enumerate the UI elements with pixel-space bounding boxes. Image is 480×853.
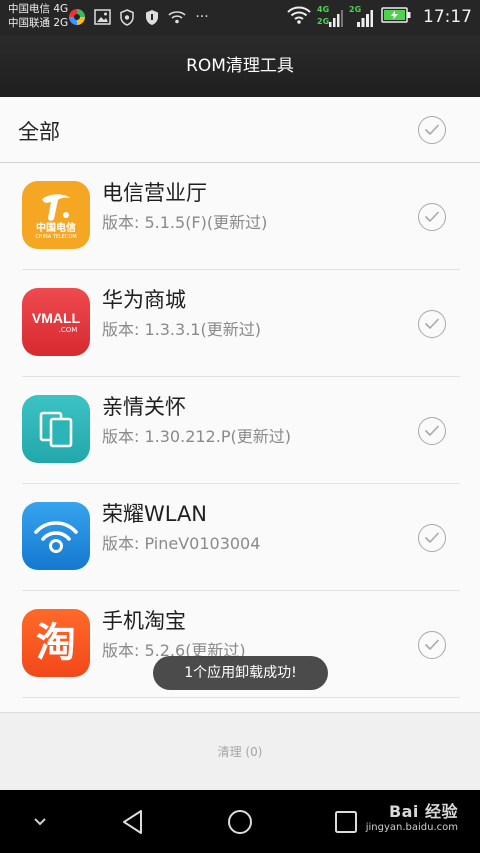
toast-message: 1个应用卸载成功! (153, 656, 328, 690)
carrier-1: 中国电信 4G (8, 3, 69, 15)
list-item[interactable]: 荣耀WLAN 版本: PineV0103004 (0, 484, 480, 591)
divider (22, 697, 460, 698)
app-checkbox[interactable] (418, 310, 446, 338)
signal-sim1-icon: 4G 2G (317, 5, 343, 29)
navigation-bar: Bai 经验 jingyan.baidu.com (0, 790, 480, 853)
network-type-2: 2G (317, 17, 330, 26)
recent-apps-button[interactable] (330, 806, 362, 838)
vmall-icon: VMALL .COM (22, 288, 90, 356)
hide-nav-button[interactable] (24, 806, 56, 838)
icon-subtext: .COM (58, 325, 78, 334)
app-name: 亲情关怀 (102, 395, 186, 419)
home-button[interactable] (224, 806, 256, 838)
list-item[interactable]: VMALL .COM 华为商城 版本: 1.3.3.1(更新过) (0, 270, 480, 377)
family-care-icon (22, 395, 90, 463)
battery-icon (381, 7, 411, 27)
select-all-row[interactable]: 全部 (0, 97, 480, 163)
icon-text: VMALL (31, 309, 81, 326)
page-title: ROM清理工具 (186, 56, 294, 76)
app-name: 电信营业厅 (102, 181, 207, 205)
app-version: 版本: 1.3.3.1(更新过) (102, 320, 261, 339)
wifi-icon (287, 6, 311, 28)
title-bar: ROM清理工具 (0, 36, 480, 97)
app-checkbox[interactable] (418, 203, 446, 231)
icon-text: 淘 (36, 620, 76, 666)
watermark-url: jingyan.baidu.com (365, 822, 458, 833)
app-version: 版本: PineV0103004 (102, 534, 261, 553)
app-name: 手机淘宝 (102, 609, 186, 633)
signal-sim2-icon: 2G (349, 5, 375, 29)
image-icon (93, 8, 111, 26)
app-version: 版本: 5.1.5(F)(更新过) (102, 213, 268, 232)
back-button[interactable] (117, 806, 149, 838)
carrier-info: 中国电信 4G 中国联通 2G (8, 2, 68, 30)
system-indicators: 4G 2G 2G 17:17 (287, 5, 472, 29)
taobao-icon: 淘 (22, 609, 90, 677)
china-telecom-icon: 中国电信 CHINA TELECOM (22, 181, 90, 249)
baidu-watermark: Bai 经验 jingyan.baidu.com (366, 798, 458, 833)
app-checkbox[interactable] (418, 631, 446, 659)
shield-settings-icon (118, 8, 136, 26)
app-name: 华为商城 (102, 288, 186, 312)
honor-wlan-icon (22, 502, 90, 570)
carrier-2: 中国联通 2G (8, 17, 69, 29)
app-version: 版本: 1.30.212.P(更新过) (102, 427, 291, 446)
watermark-main: Bai 经验 (388, 802, 458, 821)
app-name: 荣耀WLAN (102, 502, 208, 526)
select-all-label: 全部 (18, 120, 60, 144)
list-item[interactable]: 中国电信 CHINA TELECOM 电信营业厅 版本: 5.1.5(F)(更新… (0, 163, 480, 270)
network-type-1: 4G (317, 5, 330, 14)
wifi-small-icon (168, 8, 186, 26)
app-checkbox[interactable] (418, 524, 446, 552)
list-item[interactable]: 亲情关怀 版本: 1.30.212.P(更新过) (0, 377, 480, 484)
clock: 17:17 (423, 7, 472, 27)
more-notifications-icon: ··· (195, 9, 209, 25)
bottom-action-bar: 清理 (0) (0, 712, 480, 790)
security-shield-icon (143, 8, 161, 26)
clean-button[interactable]: 清理 (0) (0, 713, 480, 791)
select-all-checkbox[interactable] (418, 116, 446, 144)
notification-icons: ··· (68, 8, 211, 26)
app-list: 中国电信 CHINA TELECOM 电信营业厅 版本: 5.1.5(F)(更新… (0, 163, 480, 712)
status-bar: 中国电信 4G 中国联通 2G ··· 4G 2G 2G 17:17 (0, 0, 480, 36)
app-checkbox[interactable] (418, 417, 446, 445)
icon-subtext: CHINA TELECOM (35, 234, 77, 240)
app-notification-icon (68, 8, 86, 26)
icon-text: 中国电信 (36, 223, 76, 234)
